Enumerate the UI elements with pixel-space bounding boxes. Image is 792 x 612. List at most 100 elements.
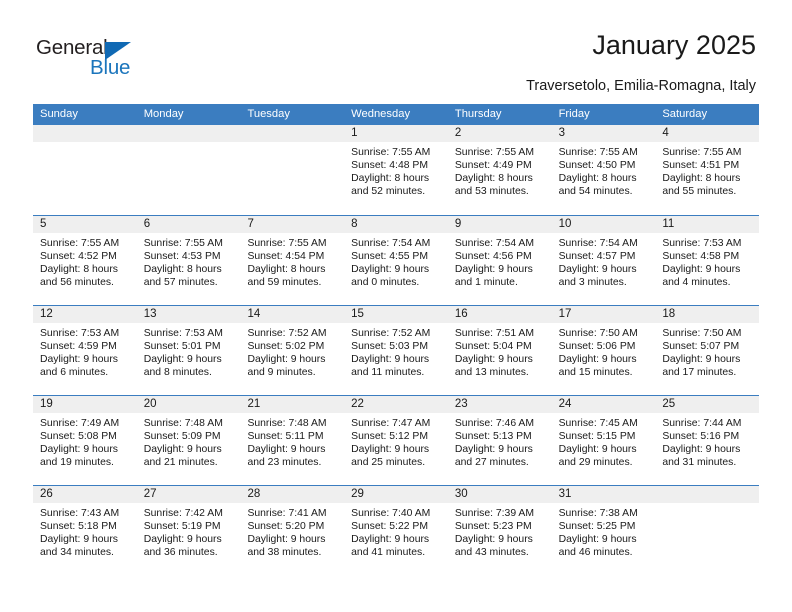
day-number: 5	[40, 218, 47, 230]
calendar-day-cell[interactable]: 23 Sunrise: 7:46 AM Sunset: 5:13 PM Dayligh…	[447, 396, 552, 485]
calendar-day-cell[interactable]: 20 Sunrise: 7:48 AM Sunset: 5:09 PM Dayligh…	[136, 396, 241, 485]
day-number: 25	[662, 398, 676, 410]
day-number-band	[240, 125, 345, 142]
sunset-time: Sunset: 5:15 PM	[558, 431, 636, 443]
calendar-day-cell[interactable]: 6 Sunrise: 7:55 AM Sunset: 4:53 PM Daylight…	[136, 216, 241, 305]
daylight-duration-line1: Daylight: 9 hours	[454, 534, 533, 546]
calendar-day-cell[interactable]: 5 Sunrise: 7:55 AM Sunset: 4:52 PM Daylight…	[33, 216, 137, 305]
calendar-day-cell-empty	[136, 125, 241, 215]
daylight-duration-line2: and 1 minute.	[454, 277, 518, 289]
calendar-day-cell[interactable]: 27 Sunrise: 7:42 AM Sunset: 5:19 PM Dayligh…	[136, 486, 241, 575]
daylight-duration-line1: Daylight: 8 hours	[40, 264, 118, 276]
calendar-day-cell[interactable]: 30 Sunrise: 7:39 AM Sunset: 5:23 PM Dayligh…	[447, 486, 552, 575]
sunrise-time: Sunrise: 7:55 AM	[247, 238, 327, 249]
day-number: 4	[662, 127, 669, 139]
calendar-day-cell[interactable]: 26 Sunrise: 7:43 AM Sunset: 5:18 PM Dayligh…	[33, 486, 137, 575]
calendar-day-cell[interactable]: 14 Sunrise: 7:52 AM Sunset: 5:02 PM Dayligh…	[240, 306, 345, 395]
calendar-day-cell[interactable]: 18 Sunrise: 7:50 AM Sunset: 5:07 PM Dayligh…	[655, 306, 760, 395]
daylight-duration-line2: and 59 minutes.	[247, 277, 322, 289]
calendar-day-cell[interactable]: 24 Sunrise: 7:45 AM Sunset: 5:15 PM Dayligh…	[551, 396, 656, 485]
daylight-duration-line2: and 23 minutes.	[247, 457, 322, 469]
page-header: General Blue January 2025 Traversetolo, …	[0, 0, 792, 100]
sunrise-time: Sunrise: 7:50 AM	[662, 328, 742, 339]
day-number-band: 4	[655, 125, 760, 142]
day-number-band: 25	[655, 396, 760, 413]
daylight-duration-line1: Daylight: 9 hours	[247, 444, 326, 456]
daylight-duration-line2: and 41 minutes.	[351, 547, 426, 559]
day-details: Sunrise: 7:44 AM Sunset: 5:16 PM Daylight:…	[655, 413, 759, 469]
sunrise-time: Sunrise: 7:54 AM	[558, 238, 638, 249]
daylight-duration-line1: Daylight: 8 hours	[558, 173, 637, 185]
day-details: Sunrise: 7:48 AM Sunset: 5:11 PM Daylight:…	[240, 413, 344, 469]
sunrise-time: Sunrise: 7:50 AM	[558, 328, 638, 339]
daylight-duration-line1: Daylight: 9 hours	[662, 264, 741, 276]
daylight-duration-line1: Daylight: 9 hours	[247, 534, 326, 546]
daylight-duration-line2: and 38 minutes.	[247, 547, 322, 559]
daylight-duration-line2: and 55 minutes.	[662, 186, 737, 198]
calendar-day-cell[interactable]: 12 Sunrise: 7:53 AM Sunset: 4:59 PM Dayligh…	[33, 306, 137, 395]
logo-text-blue: Blue	[90, 56, 131, 79]
day-details: Sunrise: 7:53 AM Sunset: 4:59 PM Daylight:…	[33, 323, 137, 379]
day-details: Sunrise: 7:54 AM Sunset: 4:56 PM Daylight:…	[448, 233, 552, 289]
calendar-day-cell[interactable]: 16 Sunrise: 7:51 AM Sunset: 5:04 PM Dayligh…	[447, 306, 552, 395]
calendar-day-cell[interactable]: 13 Sunrise: 7:53 AM Sunset: 5:01 PM Dayligh…	[136, 306, 241, 395]
daylight-duration-line2: and 9 minutes.	[247, 367, 316, 379]
day-number-band: 12	[33, 306, 137, 323]
sunrise-time: Sunrise: 7:47 AM	[351, 418, 431, 429]
calendar-day-cell[interactable]: 21 Sunrise: 7:48 AM Sunset: 5:11 PM Dayligh…	[240, 396, 345, 485]
sunrise-time: Sunrise: 7:43 AM	[40, 508, 120, 519]
calendar-day-cell[interactable]: 10 Sunrise: 7:54 AM Sunset: 4:57 PM Dayligh…	[551, 216, 656, 305]
sunrise-time: Sunrise: 7:45 AM	[558, 418, 638, 429]
daylight-duration-line1: Daylight: 9 hours	[40, 534, 118, 546]
calendar-day-cell[interactable]: 9 Sunrise: 7:54 AM Sunset: 4:56 PM Daylight…	[447, 216, 552, 305]
calendar-day-cell[interactable]: 2 Sunrise: 7:55 AM Sunset: 4:49 PM Daylight…	[447, 125, 552, 215]
calendar-day-cell[interactable]: 7 Sunrise: 7:55 AM Sunset: 4:54 PM Daylight…	[240, 216, 345, 305]
weekday-header-row: Sunday Monday Tuesday Wednesday Thursday…	[33, 104, 759, 125]
page-subtitle: Traversetolo, Emilia-Romagna, Italy	[526, 78, 756, 94]
calendar-week-row: 19 Sunrise: 7:49 AM Sunset: 5:08 PM Dayligh…	[33, 395, 760, 485]
calendar-day-cell[interactable]: 8 Sunrise: 7:54 AM Sunset: 4:55 PM Daylight…	[344, 216, 448, 305]
sunrise-time: Sunrise: 7:38 AM	[558, 508, 638, 519]
sunset-time: Sunset: 4:49 PM	[454, 160, 532, 172]
calendar-day-cell-empty	[655, 486, 760, 575]
day-number-band	[33, 125, 137, 142]
sunset-time: Sunset: 4:52 PM	[40, 251, 117, 263]
calendar-day-cell[interactable]: 17 Sunrise: 7:50 AM Sunset: 5:06 PM Dayligh…	[551, 306, 656, 395]
daylight-duration-line1: Daylight: 9 hours	[558, 534, 637, 546]
day-details: Sunrise: 7:46 AM Sunset: 5:13 PM Daylight:…	[448, 413, 552, 469]
calendar-day-cell-empty	[33, 125, 137, 215]
daylight-duration-line1: Daylight: 9 hours	[247, 354, 326, 366]
calendar-day-cell[interactable]: 4 Sunrise: 7:55 AM Sunset: 4:51 PM Daylight…	[655, 125, 760, 215]
calendar-day-cell[interactable]: 31 Sunrise: 7:38 AM Sunset: 5:25 PM Dayligh…	[551, 486, 656, 575]
day-number: 6	[143, 218, 151, 230]
sunrise-time: Sunrise: 7:49 AM	[40, 418, 120, 429]
day-details	[655, 503, 759, 507]
calendar-day-cell[interactable]: 25 Sunrise: 7:44 AM Sunset: 5:16 PM Dayligh…	[655, 396, 760, 485]
day-number: 31	[558, 488, 572, 500]
day-number-band: 31	[551, 486, 656, 503]
calendar-day-cell[interactable]: 15 Sunrise: 7:52 AM Sunset: 5:03 PM Dayligh…	[344, 306, 448, 395]
day-number: 15	[351, 308, 364, 320]
day-details	[137, 142, 241, 146]
calendar-day-cell[interactable]: 3 Sunrise: 7:55 AM Sunset: 4:50 PM Daylight…	[551, 125, 656, 215]
calendar-day-cell[interactable]: 22 Sunrise: 7:47 AM Sunset: 5:12 PM Dayligh…	[344, 396, 448, 485]
page-title: January 2025	[592, 30, 756, 60]
calendar-day-cell[interactable]: 19 Sunrise: 7:49 AM Sunset: 5:08 PM Dayligh…	[33, 396, 137, 485]
calendar-day-cell[interactable]: 28 Sunrise: 7:41 AM Sunset: 5:20 PM Dayligh…	[240, 486, 345, 575]
calendar-day-cell[interactable]: 11 Sunrise: 7:53 AM Sunset: 4:58 PM Dayligh…	[655, 216, 760, 305]
daylight-duration-line2: and 25 minutes.	[351, 457, 426, 469]
daylight-duration-line2: and 21 minutes.	[143, 457, 218, 469]
daylight-duration-line1: Daylight: 9 hours	[351, 264, 430, 276]
daylight-duration-line2: and 56 minutes.	[40, 277, 114, 289]
daylight-duration-line2: and 27 minutes.	[454, 457, 529, 469]
daylight-duration-line1: Daylight: 9 hours	[143, 444, 222, 456]
day-number: 8	[351, 218, 358, 230]
sunset-time: Sunset: 5:02 PM	[247, 341, 325, 353]
calendar-day-cell[interactable]: 29 Sunrise: 7:40 AM Sunset: 5:22 PM Dayligh…	[344, 486, 448, 575]
day-number: 16	[454, 308, 468, 320]
sunrise-time: Sunrise: 7:55 AM	[143, 238, 223, 249]
day-number: 13	[143, 308, 157, 320]
daylight-duration-line1: Daylight: 9 hours	[143, 354, 222, 366]
daylight-duration-line1: Daylight: 8 hours	[662, 173, 741, 185]
calendar-day-cell[interactable]: 1 Sunrise: 7:55 AM Sunset: 4:48 PM Daylight…	[344, 125, 448, 215]
